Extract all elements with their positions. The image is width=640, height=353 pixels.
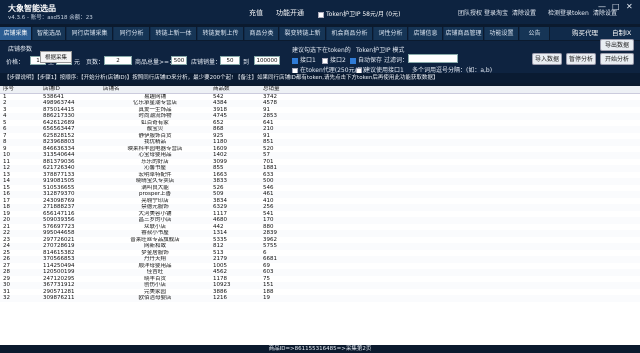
interface-1-checkbox[interactable]: [292, 57, 298, 64]
shop-sales-label: 店铺销量：: [191, 59, 222, 66]
clear-settings-button[interactable]: 清除设置: [512, 8, 536, 17]
title-bar: 大象智能选品 v4.3.6 - 账号：asd518 余额：23 充值 功能开通 …: [0, 0, 640, 24]
tab-settings[interactable]: 功能设置: [485, 27, 519, 40]
tooltip: 根据采集: [40, 51, 73, 63]
interface-2-checkbox[interactable]: [322, 57, 328, 64]
cell-shop-name: 易趣网铺: [143, 93, 166, 100]
filter-input[interactable]: [408, 54, 458, 63]
cell-product-count: 542: [213, 93, 224, 100]
interface-1-option[interactable]: 接口1: [292, 55, 316, 64]
tab-category[interactable]: 商品分类: [245, 27, 279, 40]
maximize-icon[interactable]: □: [612, 2, 620, 11]
table-row[interactable]: 1 538641 易趣网铺 542 3742: [0, 93, 640, 100]
filter-label: 过滤词：: [384, 57, 409, 64]
tab-link-upload[interactable]: 转链上新一体: [151, 27, 197, 40]
tab-peer-analysis[interactable]: 同行分析: [114, 27, 150, 40]
section-title: 店铺参数: [8, 46, 33, 53]
cell-shop-id: 309876211: [40, 295, 100, 302]
cell-shop-id: 538641: [43, 93, 64, 100]
tab-peer-shop-collect[interactable]: 同行店铺采集: [67, 27, 113, 40]
tab-fission-link[interactable]: 裂变转链上新: [280, 27, 326, 40]
token-option-label: 建议勾选下在token的: [292, 47, 351, 54]
price-label: 价格：: [6, 59, 25, 66]
cell-shop-name: 欧佰洁母婴店: [100, 295, 210, 302]
col-shop-name[interactable]: 店铺名: [100, 86, 210, 94]
token-guard-option[interactable]: Token护卫IP 58元/月 (0元): [318, 9, 400, 18]
token-guard-checkbox[interactable]: [318, 11, 324, 18]
export-data-button[interactable]: 导出数据: [600, 39, 634, 51]
cell-index: 1: [3, 93, 7, 100]
nav-tabs: 店铺采集 智能选品 同行店铺采集 同行分析 转链上新一体 转链复制上传 商品分类…: [0, 27, 640, 40]
tab-link-copy-upload[interactable]: 转链复制上传: [198, 27, 244, 40]
tab-shop-info[interactable]: 店铺信息: [409, 27, 443, 40]
auto-save-label: 自动保存: [358, 57, 383, 64]
tab-smart-select[interactable]: 智能选品: [33, 27, 66, 40]
auto-save-option[interactable]: 自动保存: [350, 55, 382, 64]
tab-notice[interactable]: 公告: [520, 27, 550, 40]
cell-index: 32: [0, 295, 40, 302]
minimize-icon[interactable]: —: [598, 2, 606, 11]
table-row[interactable]: 32 309876211 欧佰洁母婴店 1216 19: [0, 295, 640, 302]
interface-1-label: 接口1: [300, 57, 316, 64]
pages-input[interactable]: 2: [104, 56, 132, 65]
team-auth-button[interactable]: 团队授权: [458, 8, 482, 17]
shop-sales-max-input[interactable]: 100000: [254, 56, 280, 65]
col-product-count[interactable]: 商品数: [210, 86, 260, 94]
info-banner: 【步骤说明】【步骤1】按顺序:【开始分析(店铺ID)】按照同行店铺ID来分析，最…: [0, 73, 640, 83]
shop-table[interactable]: 序号 店铺ID 店铺名 商品数 总销量 1 538641 易趣网铺 542 3742 2 4…: [0, 86, 640, 345]
sales-input[interactable]: 500: [171, 56, 187, 65]
tab-shop-collect[interactable]: 店铺采集: [0, 27, 32, 40]
close-icon[interactable]: ✕: [626, 2, 633, 11]
import-data-button[interactable]: 导入数据: [532, 53, 562, 65]
check-token-button[interactable]: 检测登录token: [548, 8, 589, 17]
start-analysis-button[interactable]: 开始分析: [600, 53, 634, 65]
tab-word-analysis[interactable]: 词性分析: [374, 27, 408, 40]
cell-product-count: 1216: [210, 295, 260, 302]
token-guard-mode-label: Token护卫IP 模式: [356, 47, 405, 54]
shop-sales-min-input[interactable]: 50: [220, 56, 240, 65]
cell-total-sales: 19: [260, 295, 640, 302]
interface-2-label: 接口2: [330, 57, 346, 64]
auto-save-checkbox[interactable]: [350, 57, 356, 64]
sales-label: 商品总量>=：: [135, 59, 176, 66]
shop-sales-to-label: 到: [243, 59, 250, 66]
token-guard-extra: (0元): [385, 11, 401, 18]
tab-opportunity[interactable]: 机会商品分析: [327, 27, 373, 40]
col-total-sales[interactable]: 总销量: [260, 86, 640, 94]
buy-proxy-button[interactable]: 购买代理: [572, 27, 598, 40]
col-shop-id[interactable]: 店铺ID: [40, 86, 100, 94]
tab-shop-product-manage[interactable]: 店铺商品管理: [444, 27, 484, 40]
taobao-login-button[interactable]: 登录淘宝: [484, 8, 508, 17]
status-bar: 商品ID=>861155316485=>采集第2页: [0, 345, 640, 353]
table-header: 序号 店铺ID 店铺名 商品数 总销量: [0, 86, 640, 94]
pause-analysis-button[interactable]: 暂停分析: [566, 53, 596, 65]
cell-total-sales: 3742: [263, 93, 277, 100]
col-index[interactable]: 序号: [0, 86, 40, 94]
account-info: v4.3.6 - 账号：asd518 余额：23: [8, 15, 93, 21]
feature-toggle-link[interactable]: 功能开通: [276, 8, 304, 18]
interface-2-option[interactable]: 接口2: [322, 55, 346, 64]
recharge-link[interactable]: 充值: [249, 8, 263, 18]
pages-label: 页数：: [86, 59, 105, 66]
token-guard-label: Token护卫IP 58元/月: [326, 11, 385, 18]
price-unit-label: 元: [74, 59, 81, 66]
